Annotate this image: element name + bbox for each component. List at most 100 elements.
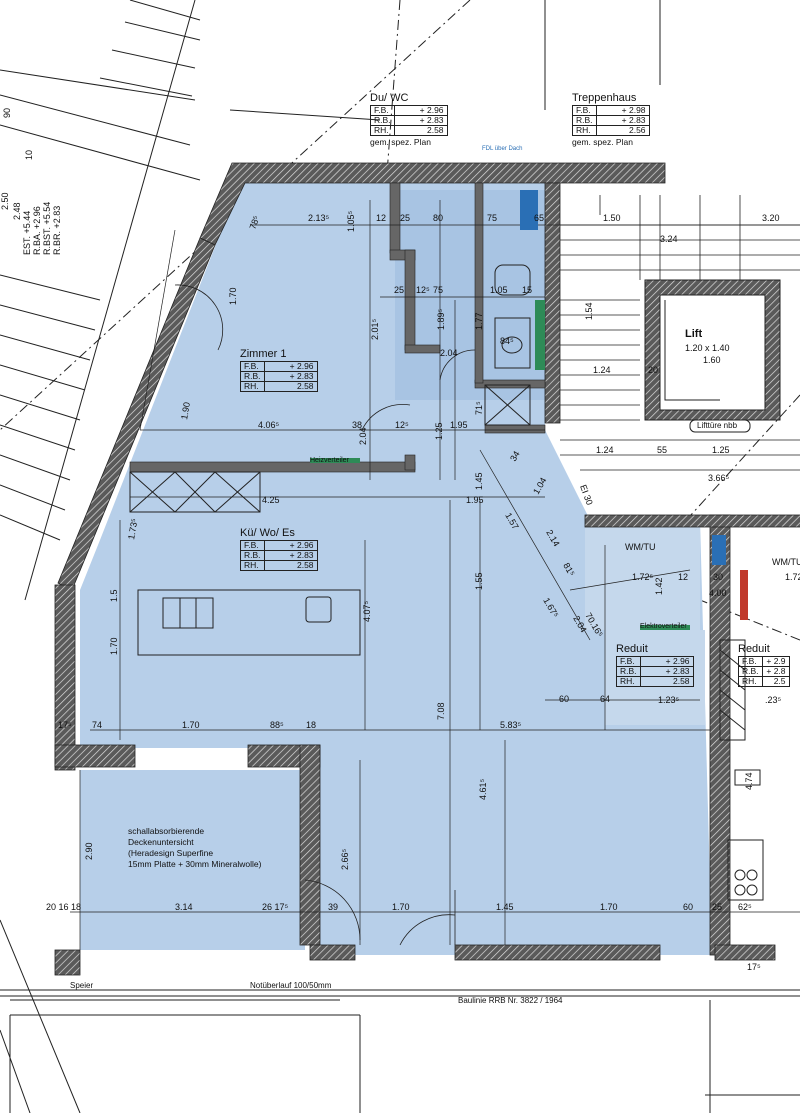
dim-25c: 25 bbox=[712, 902, 722, 912]
rh-value: 2.58 bbox=[263, 381, 318, 392]
ceiling-note-line4: 15mm Platte + 30mm Mineralwolle) bbox=[128, 859, 262, 869]
dim-170c: 1.70 bbox=[182, 720, 200, 730]
rb-value: + 2.83 bbox=[263, 550, 318, 561]
dim-3665: 3.66⁵ bbox=[708, 473, 730, 483]
fb-value: + 2.98 bbox=[595, 105, 650, 116]
rh-label: RH. bbox=[240, 381, 265, 392]
lift-dims: 1.20 x 1.40 bbox=[685, 343, 730, 353]
dim-885: 88⁵ bbox=[270, 720, 284, 730]
dim-195: 1.95 bbox=[450, 420, 468, 430]
fb-label: F.B. bbox=[370, 105, 395, 116]
rh-label: RH. bbox=[240, 560, 265, 571]
dim-189: 1.89⁵ bbox=[436, 308, 446, 330]
room-values-reduit2: F.B. + 2.9 R.B. + 2.8 RH. 2.5 bbox=[738, 656, 790, 687]
rb-label: R.B. bbox=[572, 115, 597, 126]
fdl-label: FDL über Dach bbox=[482, 146, 522, 152]
dim-30: 30 bbox=[713, 572, 723, 582]
dim-170a: 1.70 bbox=[228, 287, 238, 305]
room-note-treppenhaus: gem. spez. Plan bbox=[572, 137, 633, 147]
dim-26175: 26 17⁵ bbox=[262, 902, 289, 912]
dim-250: 2.50 bbox=[0, 192, 10, 210]
dim-2015: 2.01⁵ bbox=[370, 318, 380, 340]
dim-124: 1.24 bbox=[593, 365, 611, 375]
dim-12: 12 bbox=[376, 213, 386, 223]
room-values-zimmer1: F.B. + 2.96 R.B. + 2.83 RH. 2.58 bbox=[240, 361, 318, 392]
dim-55: 55 bbox=[657, 445, 667, 455]
rb-label: R.B. bbox=[240, 371, 265, 382]
dim-60b: 60 bbox=[683, 902, 693, 912]
level-rbr: R.BR. +2.83 bbox=[52, 206, 62, 255]
rb-label: R.B. bbox=[616, 666, 641, 677]
rb-value: + 2.83 bbox=[639, 666, 694, 677]
dim-10: 10 bbox=[24, 150, 34, 160]
level-rba: R.BA. +2.96 bbox=[32, 206, 42, 255]
rb-label: R.B. bbox=[738, 666, 763, 677]
dim-60: 60 bbox=[559, 694, 569, 704]
dim-2665: 2.66⁵ bbox=[340, 848, 350, 870]
dim-39: 39 bbox=[328, 902, 338, 912]
dim-4075: 4.07⁵ bbox=[362, 600, 372, 622]
room-table-zimmer1: Zimmer 1 F.B. + 2.96 R.B. + 2.83 RH. 2.58 bbox=[240, 348, 318, 392]
room-title-du-wc: Du/ WC bbox=[370, 92, 409, 104]
dim-2016: 20 16 18 bbox=[46, 902, 81, 912]
room-table-kue-wo-es: Kü/ Wo/ Es F.B. + 2.96 R.B. + 2.83 RH. 2.58 bbox=[240, 527, 318, 571]
dim-170d: 1.70 bbox=[392, 902, 410, 912]
dim-142: 1.42 bbox=[654, 577, 664, 595]
dim-248: 2.48 bbox=[12, 202, 22, 220]
room-table-reduit: Reduit F.B. + 2.96 R.B. + 2.83 RH. 2.58 bbox=[616, 643, 694, 687]
dim-204: 2.04 bbox=[440, 348, 458, 358]
fb-label: F.B. bbox=[240, 540, 265, 551]
dim-474: 4.74 bbox=[744, 772, 754, 790]
rh-value: 2.56 bbox=[595, 125, 650, 136]
ceiling-note-line2: Deckenuntersicht bbox=[128, 837, 194, 847]
dim-15: 15 bbox=[522, 285, 532, 295]
rh-label: RH. bbox=[370, 125, 395, 136]
dim-90: 90 bbox=[2, 108, 12, 118]
rh-value: 2.5 bbox=[761, 676, 790, 687]
dim-154: 1.54 bbox=[584, 302, 594, 320]
dim-65: 65 bbox=[534, 213, 544, 223]
room-values-reduit: F.B. + 2.96 R.B. + 2.83 RH. 2.58 bbox=[616, 656, 694, 687]
elektroverteiler-label: Elektroverteiler bbox=[640, 623, 687, 630]
room-table-du-wc: Du/ WC F.B. + 2.96 R.B. + 2.83 RH. 2.58 gem… bbox=[370, 92, 448, 147]
rb-value: + 2.83 bbox=[393, 115, 448, 126]
fb-value: + 2.9 bbox=[761, 656, 790, 667]
dim-125e: 1.25 bbox=[712, 445, 730, 455]
baulinie-label: Baulinie RRB Nr. 3822 / 1964 bbox=[458, 996, 563, 1005]
dim-125b: 12⁵ bbox=[395, 420, 409, 430]
room-title-zimmer1: Zimmer 1 bbox=[240, 348, 287, 360]
fb-label: F.B. bbox=[616, 656, 641, 667]
room-table-treppenhaus: Treppenhaus F.B. + 2.98 R.B. + 2.83 RH. 2.5… bbox=[572, 92, 650, 147]
wm-tu2-label: WM/TU bbox=[772, 557, 800, 567]
dim-1725: 1.72⁵ bbox=[632, 572, 654, 582]
dim-75b: 75 bbox=[433, 285, 443, 295]
dim-195b: 1.95 bbox=[466, 495, 484, 505]
room-table-reduit2: Reduit F.B. + 2.9 R.B. + 2.8 RH. 2.5 bbox=[738, 643, 790, 687]
room-values-du-wc: F.B. + 2.96 R.B. + 2.83 RH. 2.58 bbox=[370, 105, 448, 136]
fb-label: F.B. bbox=[572, 105, 597, 116]
dim-125: 12⁵ bbox=[416, 285, 430, 295]
dim-314: 3.14 bbox=[175, 902, 193, 912]
ceiling-note-line3: (Heradesign Superfine bbox=[128, 848, 214, 858]
dim-425: 4.25 bbox=[262, 495, 280, 505]
dim-20: 20 bbox=[648, 365, 658, 375]
rb-label: R.B. bbox=[240, 550, 265, 561]
room-title-treppenhaus: Treppenhaus bbox=[572, 92, 637, 104]
dim-12b: 12 bbox=[678, 572, 688, 582]
dim-1235: 1.23⁵ bbox=[658, 695, 680, 705]
room-note-du-wc: gem. spez. Plan bbox=[370, 137, 431, 147]
rh-value: 2.58 bbox=[639, 676, 694, 687]
notueberlauf-label: Notüberlauf 100/50mm bbox=[250, 981, 332, 990]
wm-tu-label: WM/TU bbox=[625, 542, 656, 552]
level-est: EST. +5.44 bbox=[22, 211, 32, 255]
room-title-kue-wo-es: Kü/ Wo/ Es bbox=[240, 527, 295, 539]
dim-25: 25 bbox=[400, 213, 410, 223]
dim-170e: 1.70 bbox=[600, 902, 618, 912]
dim-204b: 2.04 bbox=[358, 427, 368, 445]
dim-25b: 25 bbox=[394, 285, 404, 295]
rh-value: 2.58 bbox=[393, 125, 448, 136]
dim-145: 1.45 bbox=[474, 472, 484, 490]
ceiling-note-line1: schallabsorbierende bbox=[128, 826, 205, 836]
dim-320: 3.20 bbox=[762, 213, 780, 223]
dim-177: 1.77 bbox=[474, 312, 484, 330]
